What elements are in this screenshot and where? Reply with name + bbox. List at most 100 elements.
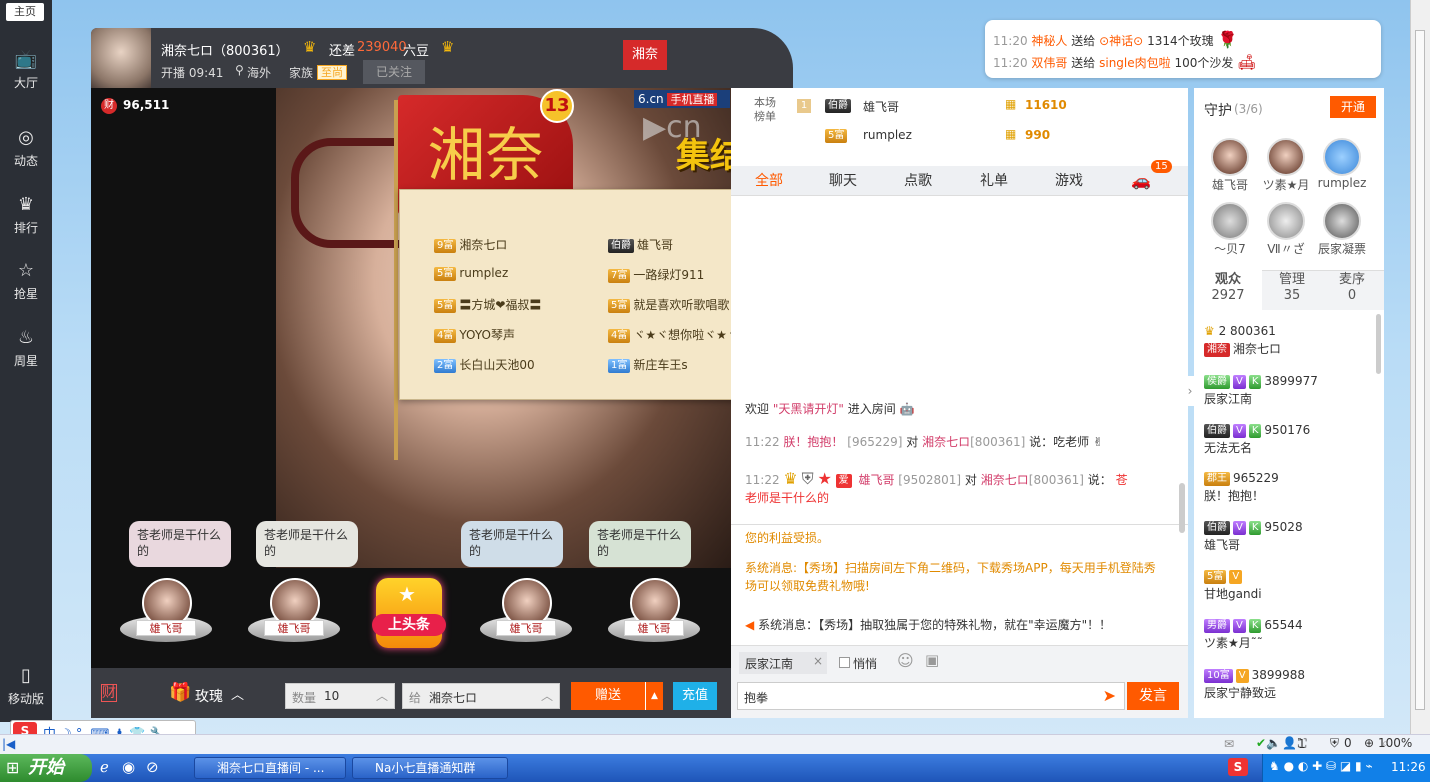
guard-item[interactable]: Ⅶ〃ざ: [1258, 202, 1314, 257]
send-gift-button[interactable]: 赠送 ▲: [571, 682, 663, 710]
tab-chat[interactable]: 聊天: [829, 166, 857, 196]
task-notify-group[interactable]: Na小七直播通知群: [352, 757, 508, 779]
browser-alt-icon[interactable]: ⊘: [146, 758, 159, 776]
audience-row[interactable]: ♛ 2 800361 湘奈 湘奈七ロ: [1204, 322, 1382, 358]
scroll-left-icon[interactable]: |◀: [2, 737, 15, 751]
rank-name[interactable]: 雄飞哥: [863, 98, 899, 115]
recipient-input[interactable]: 给 湘奈七ロ ︿: [402, 683, 560, 709]
car-icon[interactable]: 🚗: [1131, 166, 1151, 196]
nav-rank[interactable]: ♛ 排行: [0, 193, 52, 253]
member-item[interactable]: 5富 〓方城❤福叔〓: [434, 296, 541, 313]
nav-grab-star[interactable]: ☆ 抢星: [0, 259, 52, 319]
home-tab[interactable]: 主页: [6, 3, 44, 21]
volume-icon[interactable]: 🔈: [1266, 736, 1281, 750]
target-select[interactable]: 辰家江南 ×: [739, 652, 827, 674]
nav-feed[interactable]: ◎ 动态: [0, 126, 52, 186]
browser-icon[interactable]: ◉: [122, 758, 135, 776]
notify-to[interactable]: single肉包啦: [1099, 56, 1171, 70]
chat-scrollbar[interactable]: [1179, 483, 1185, 533]
member-item[interactable]: 1富 新庄车王s: [608, 356, 688, 373]
nav-week-star[interactable]: ♨ 周星: [0, 326, 52, 386]
anchor-flag-tag[interactable]: 湘奈: [623, 40, 667, 70]
shield-icon[interactable]: ⛨: [1330, 736, 1339, 751]
audience-row[interactable]: 侯爵 V K 3899977 辰家江南: [1204, 372, 1382, 408]
chat-input-area: 辰家江南 × 悄悄 ☺ ▣ 抱拳 ➤ 发言: [731, 645, 1188, 718]
nav-mobile[interactable]: ▯ 移动版: [0, 664, 52, 714]
msg-target[interactable]: 湘奈七ロ: [922, 435, 970, 449]
fortune-box-icon[interactable]: 财: [101, 684, 117, 702]
guard-item[interactable]: ツ素★月: [1258, 138, 1314, 193]
scroll-thumb[interactable]: [1415, 30, 1425, 710]
member-item[interactable]: 4富 ヾ★ヾ想你啦ヾ★ヾ: [608, 326, 739, 343]
audience-scrollbar[interactable]: [1376, 314, 1381, 374]
notify-from[interactable]: 神秘人: [1031, 34, 1067, 48]
chat-input[interactable]: 抱拳 ➤: [737, 682, 1125, 710]
crown-icon: ♛: [441, 38, 455, 56]
zoom-icon[interactable]: ⊕: [1364, 736, 1374, 750]
guard-item[interactable]: 辰家凝票: [1314, 202, 1370, 257]
nav-hall[interactable]: 📺 大厅: [0, 48, 52, 108]
paper-plane-icon[interactable]: ➤: [1103, 686, 1116, 705]
guard-item[interactable]: 雄飞哥: [1202, 138, 1258, 193]
chevron-up-icon[interactable]: ︿: [231, 684, 244, 703]
audience-row[interactable]: 男爵 V K 65544 ツ素★月˜˜: [1204, 616, 1382, 652]
open-guard-button[interactable]: 开通: [1330, 96, 1376, 118]
emoji-icon[interactable]: ☺: [897, 651, 914, 670]
tab-games[interactable]: 游戏: [1055, 166, 1083, 196]
ie-icon[interactable]: ℯ: [100, 758, 109, 776]
member-item[interactable]: 7富 一路绿灯911: [608, 266, 704, 283]
notify-to[interactable]: ⊙神话⊙: [1099, 34, 1143, 48]
headline-button[interactable]: ★ 上头条: [372, 578, 446, 648]
send-button[interactable]: 发言: [1127, 682, 1179, 710]
tab-all[interactable]: 全部: [755, 166, 783, 196]
guard-item[interactable]: rumplez: [1314, 138, 1370, 190]
task-live-room[interactable]: 湘奈七ロ直播间 - ...: [194, 757, 346, 779]
network-icon[interactable]: ⛶: [1298, 736, 1306, 751]
member-item[interactable]: 9富 湘奈七ロ: [434, 236, 507, 253]
msg-sender[interactable]: 朕！抱抱！: [783, 435, 843, 449]
tray-icons[interactable]: ♞ ● ◐ ✚ ⛁ ◪ ▮ ⌁: [1269, 759, 1373, 773]
welcome-name[interactable]: "天黑请开灯": [773, 402, 844, 416]
member-item[interactable]: 伯爵 雄飞哥: [608, 236, 673, 253]
guard-item[interactable]: ～贝7: [1202, 202, 1258, 257]
audience-row[interactable]: 伯爵 V K 95028 雄飞哥: [1204, 518, 1382, 554]
member-item[interactable]: 5富 就是喜欢听歌唱歌: [608, 296, 729, 313]
gift-name[interactable]: 玫瑰: [195, 686, 223, 706]
audience-row[interactable]: 郡王 965229 朕！抱抱！: [1204, 469, 1382, 505]
anchor-avatar[interactable]: [91, 28, 151, 88]
fan-stand[interactable]: 雄飞哥: [480, 578, 572, 670]
audience-row[interactable]: 5富 V 甘地gandi: [1204, 567, 1382, 603]
tab-songs[interactable]: 点歌: [904, 166, 932, 196]
member-name: 长白山天池00: [459, 358, 535, 372]
tab-mic[interactable]: 麦序 0: [1322, 272, 1382, 304]
member-item[interactable]: 4富 YOYO琴声: [434, 326, 515, 343]
fan-stand[interactable]: 雄飞哥: [120, 578, 212, 670]
follow-button[interactable]: 已关注: [363, 60, 425, 84]
zoom-level[interactable]: 100%: [1378, 736, 1412, 750]
caret-up-icon[interactable]: ▲: [645, 682, 663, 710]
anchor-name[interactable]: 湘奈七ロ（800361）: [161, 40, 289, 59]
quantity-input[interactable]: 数量 10 ︿: [285, 683, 395, 709]
mail-icon[interactable]: ✉: [1224, 737, 1234, 751]
audience-row[interactable]: 10富 V 3899988 辰家宁静致远: [1204, 666, 1382, 702]
member-item[interactable]: 2富 长白山天池00: [434, 356, 535, 373]
sogou-tray-icon[interactable]: S: [1228, 758, 1248, 776]
fan-stand[interactable]: 雄飞哥: [608, 578, 700, 670]
tab-gifts[interactable]: 礼单: [980, 166, 1008, 196]
page-scrollbar[interactable]: [1410, 0, 1430, 734]
whisper-checkbox[interactable]: [839, 657, 850, 668]
recharge-button[interactable]: 充值: [673, 682, 717, 710]
tab-audience[interactable]: 观众 2927: [1198, 272, 1258, 304]
audience-row[interactable]: 伯爵 V K 950176 无法无名: [1204, 421, 1382, 457]
rank-name[interactable]: rumplez: [863, 128, 912, 142]
notify-row: 11:20 神秘人 送给 ⊙神话⊙ 1314个玫瑰 🌹: [993, 30, 1237, 49]
member-item[interactable]: 5富 rumplez: [434, 266, 508, 281]
family-tag[interactable]: 至尚: [317, 65, 347, 80]
fan-stand[interactable]: 雄飞哥: [248, 578, 340, 670]
msg-target[interactable]: 湘奈七ロ: [981, 473, 1029, 487]
tab-admin[interactable]: 管理 35: [1262, 272, 1322, 304]
close-icon[interactable]: ×: [813, 654, 823, 668]
notify-from[interactable]: 双伟哥: [1031, 56, 1067, 70]
image-icon[interactable]: ▣: [925, 651, 939, 669]
msg-sender[interactable]: 雄飞哥: [858, 473, 894, 487]
